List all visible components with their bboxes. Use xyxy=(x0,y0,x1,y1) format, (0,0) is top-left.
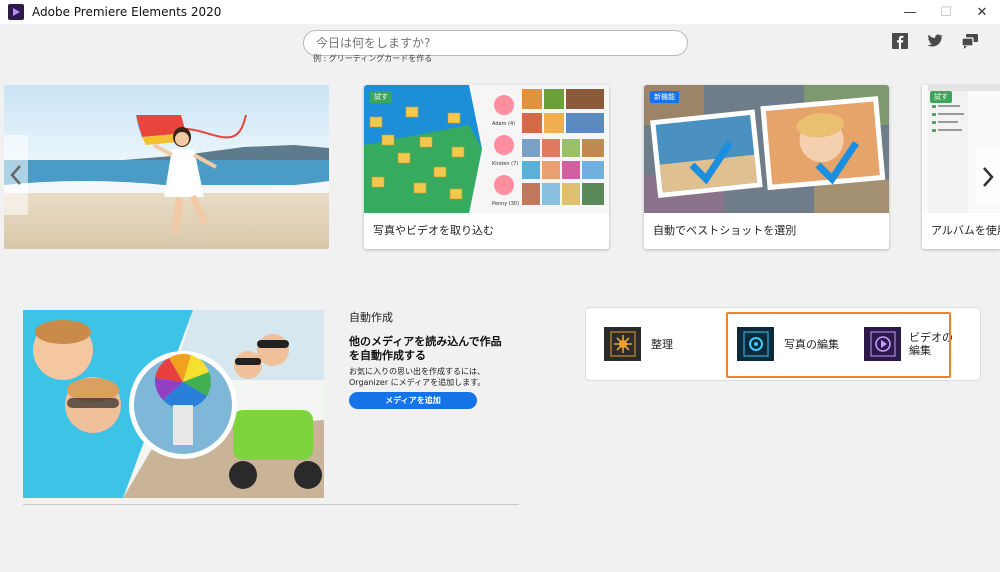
chevron-right-icon xyxy=(983,167,994,187)
hero-image-beach-kite xyxy=(4,85,329,249)
twitter-icon[interactable] xyxy=(925,32,945,50)
organizer-icon xyxy=(604,327,641,361)
carousel-prev-button[interactable] xyxy=(4,135,28,215)
card-label: アルバムを使用 xyxy=(931,224,1000,237)
auto-create-description: お気に入りの思い出を作成するには、Organizer にメディアを追加します。 xyxy=(349,367,486,387)
search-hint: 例 : グリーティングカードを作る xyxy=(313,54,433,63)
card-best-shots[interactable]: 新機能 自動でベストショットを選別 xyxy=(644,85,889,249)
auto-create-heading: 他のメディアを読み込んで作品を自動作成する xyxy=(349,335,502,362)
organizer-launch-button[interactable]: 整理 xyxy=(604,327,673,361)
try-badge: 試す xyxy=(370,91,392,103)
window-controls: — ☐ ✕ xyxy=(892,0,1000,24)
editors-highlight-frame xyxy=(726,312,951,378)
carousel-next-button[interactable] xyxy=(976,150,1000,204)
import-person-name-penny: Penny (30) xyxy=(492,201,519,207)
new-feature-badge: 新機能 xyxy=(650,91,679,103)
import-person-name-adam: Adam (4) xyxy=(492,121,515,127)
organizer-label: 整理 xyxy=(651,337,673,351)
auto-create-image xyxy=(23,310,324,498)
premiere-elements-app-icon xyxy=(8,4,24,20)
section-divider xyxy=(23,504,519,505)
feedback-icon[interactable] xyxy=(960,32,980,50)
card-label: 写真やビデオを取り込む xyxy=(373,224,494,237)
close-button[interactable]: ✕ xyxy=(964,0,1000,24)
try-badge: 試す xyxy=(930,91,952,103)
import-thumbnail: Adam (4) Kirsten (7) Penny (30) 試す xyxy=(364,85,609,213)
title-bar: Adobe Premiere Elements 2020 — ☐ ✕ xyxy=(0,0,1000,24)
facebook-icon[interactable] xyxy=(890,32,910,50)
import-person-name-kirsten: Kirsten (7) xyxy=(492,161,518,167)
auto-create-title: 自動作成 xyxy=(349,311,393,324)
card-import-media[interactable]: Adam (4) Kirsten (7) Penny (30) 試す 写真やビデ… xyxy=(364,85,609,249)
chevron-left-icon xyxy=(10,165,21,185)
card-label: 自動でベストショットを選別 xyxy=(653,224,797,237)
window-title: Adobe Premiere Elements 2020 xyxy=(32,5,222,19)
maximize-button[interactable]: ☐ xyxy=(928,0,964,24)
best-shots-thumbnail: 新機能 xyxy=(644,85,889,213)
add-media-button[interactable]: メディアを追加 xyxy=(349,392,477,409)
minimize-button[interactable]: — xyxy=(892,0,928,24)
